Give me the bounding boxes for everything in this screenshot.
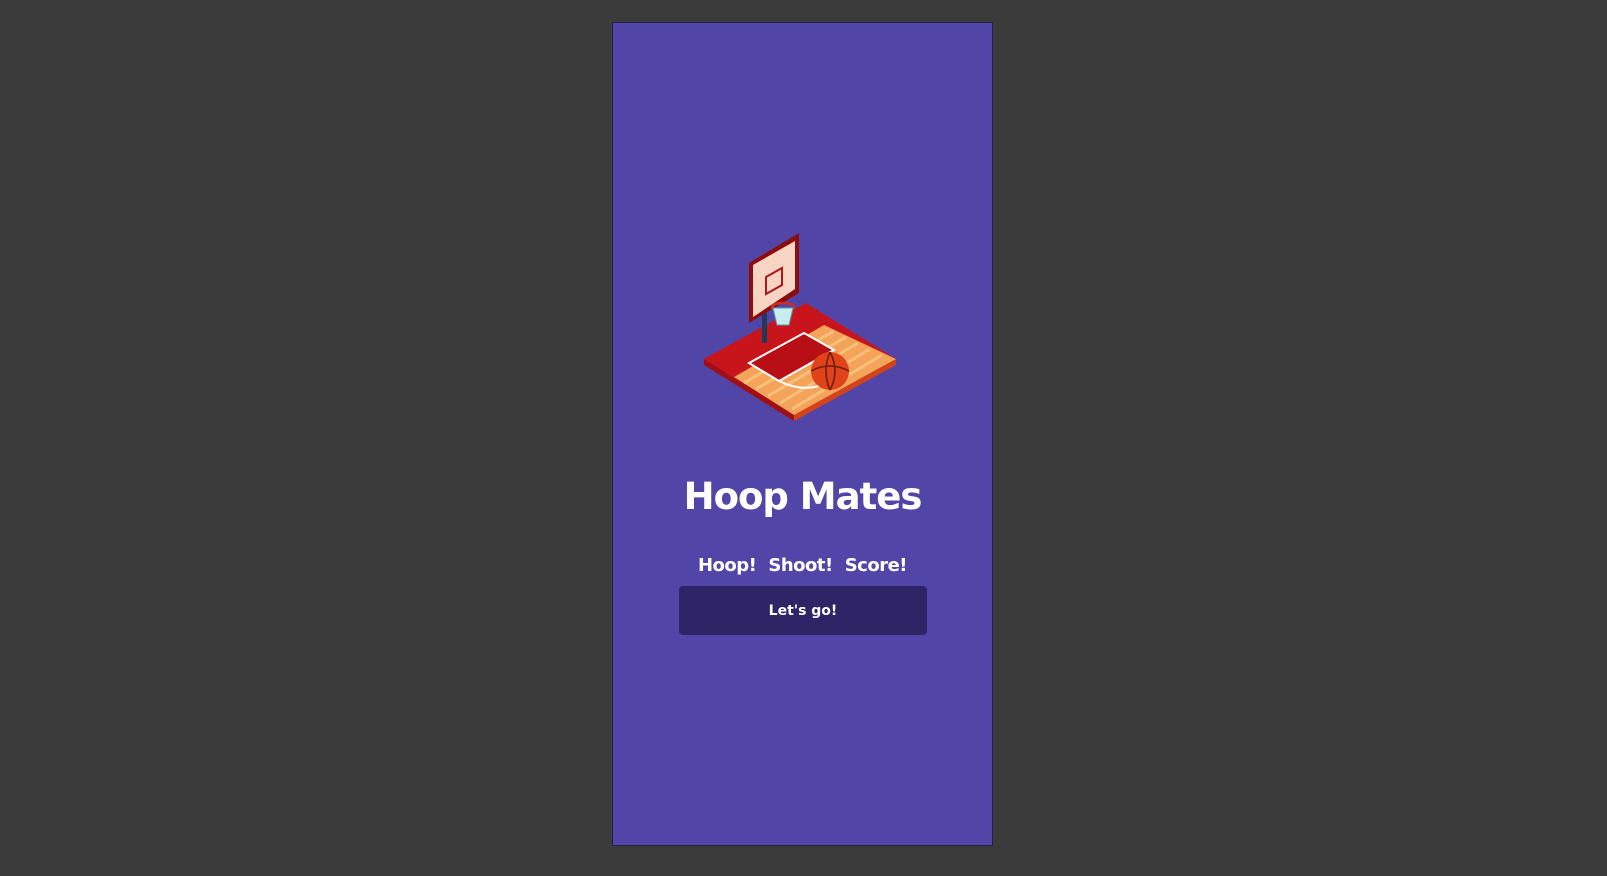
lets-go-button[interactable]: Let's go! bbox=[679, 586, 927, 635]
phone-screen: Hoop Mates Hoop! Shoot! Score! Let's go! bbox=[612, 22, 993, 846]
tagline-row: Hoop! Shoot! Score! bbox=[613, 555, 992, 576]
app-title: Hoop Mates bbox=[683, 475, 923, 518]
editor-canvas: Hoop Mates Hoop! Shoot! Score! Let's go! bbox=[0, 0, 1607, 876]
tagline-score: Score! bbox=[844, 555, 908, 576]
tagline-hoop: Hoop! bbox=[697, 555, 757, 576]
tagline-shoot: Shoot! bbox=[768, 555, 833, 576]
basketball-court-illustration bbox=[704, 233, 896, 421]
